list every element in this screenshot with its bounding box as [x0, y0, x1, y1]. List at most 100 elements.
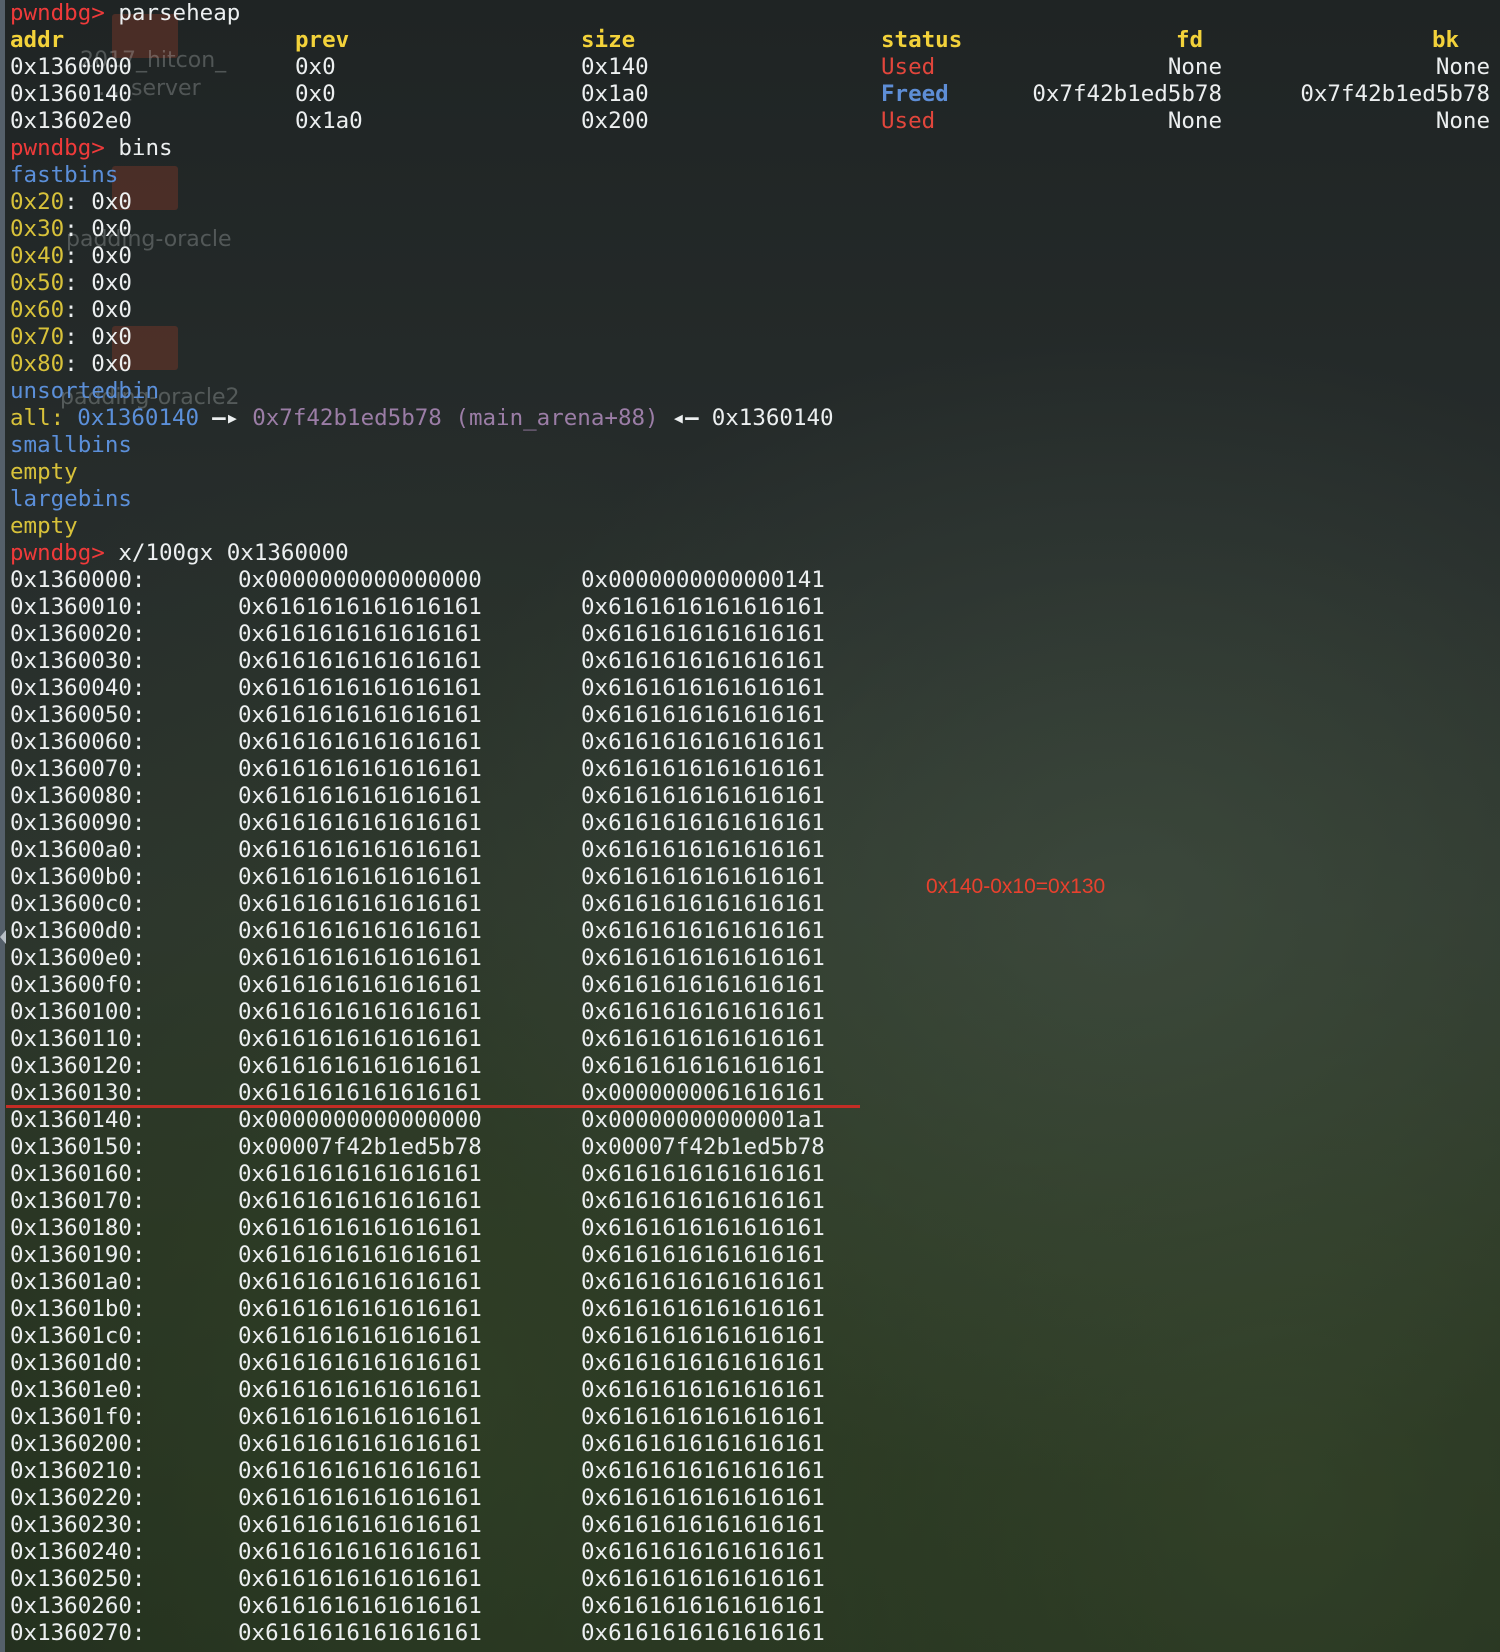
memory-row: 0x13601a0: 0x6161616161616161 0x6161616161… — [10, 1269, 910, 1296]
chunk-size: 0x200 — [581, 108, 649, 134]
unsortedbin-label: unsortedbin — [10, 378, 159, 405]
memory-address: 0x13601f0: — [10, 1404, 146, 1430]
largebins-label: largebins — [10, 486, 132, 513]
memory-qword: 0x6161616161616161 — [238, 729, 482, 755]
unsorted-all-label: all: — [10, 405, 65, 431]
memory-qword: 0x6161616161616161 — [581, 972, 825, 998]
chunk-fd: None — [1167, 108, 1222, 134]
memory-qword: 0x6161616161616161 — [581, 891, 825, 917]
memory-address: 0x1360060: — [10, 729, 146, 755]
memory-row: 0x1360260: 0x6161616161616161 0x6161616161… — [10, 1593, 910, 1620]
memory-address: 0x1360090: — [10, 810, 146, 836]
fastbin-value: 0x0 — [77, 351, 132, 377]
fastbin-entry: 0x20: 0x0 — [10, 189, 132, 216]
fastbin-size: 0x40 — [10, 243, 65, 269]
unsortedbin-chain: all: 0x1360140 —▸ 0x7f42b1ed5b78 (main_aren… — [10, 405, 834, 432]
memory-address: 0x1360110: — [10, 1026, 146, 1052]
memory-qword: 0x6161616161616161 — [581, 1161, 825, 1187]
memory-qword: 0x6161616161616161 — [238, 1539, 482, 1565]
memory-row: 0x13601f0: 0x6161616161616161 0x6161616161… — [10, 1404, 910, 1431]
chunk-addr: 0x1360140 — [10, 81, 132, 107]
memory-address: 0x13601d0: — [10, 1350, 146, 1376]
memory-address: 0x1360230: — [10, 1512, 146, 1538]
memory-qword: 0x6161616161616161 — [581, 1296, 825, 1322]
memory-qword: 0x6161616161616161 — [581, 1269, 825, 1295]
memory-qword: 0x6161616161616161 — [581, 1188, 825, 1214]
memory-address: 0x1360130: — [10, 1080, 146, 1106]
memory-qword: 0x6161616161616161 — [581, 1431, 825, 1457]
command-line: pwndbg> bins — [10, 135, 173, 162]
memory-qword: 0x6161616161616161 — [238, 1080, 482, 1106]
memory-address: 0x13601b0: — [10, 1296, 146, 1322]
memory-address: 0x13600e0: — [10, 945, 146, 971]
memory-qword: 0x6161616161616161 — [238, 1431, 482, 1457]
chunk-size: 0x140 — [581, 54, 649, 80]
largebins-value: empty — [10, 513, 78, 540]
memory-row: 0x1360220: 0x6161616161616161 0x6161616161… — [10, 1485, 910, 1512]
separator: : — [64, 351, 78, 377]
prompt-label: pwndbg> — [10, 540, 105, 566]
window-left-edge — [0, 0, 5, 1652]
separator: : — [64, 189, 78, 215]
fastbin-size: 0x80 — [10, 351, 65, 377]
memory-qword: 0x6161616161616161 — [581, 837, 825, 863]
memory-address: 0x1360160: — [10, 1161, 146, 1187]
memory-qword: 0x6161616161616161 — [581, 1350, 825, 1376]
unsorted-chunk-addr: 0x1360140 — [77, 405, 200, 431]
terminal-window[interactable]: 2017_hitcon_ …_server padding-oracle pad… — [0, 0, 1500, 1652]
chunk-bk: None — [1435, 108, 1490, 134]
fastbin-size: 0x50 — [10, 270, 65, 296]
memory-address: 0x1360180: — [10, 1215, 146, 1241]
memory-address: 0x13600b0: — [10, 864, 146, 890]
fastbins-label: fastbins — [10, 162, 118, 189]
memory-qword: 0x6161616161616161 — [238, 1026, 482, 1052]
command-text: parseheap — [104, 0, 241, 26]
memory-qword: 0x6161616161616161 — [238, 864, 482, 890]
memory-address: 0x1360210: — [10, 1458, 146, 1484]
memory-qword: 0x6161616161616161 — [238, 1161, 482, 1187]
memory-address: 0x13600f0: — [10, 972, 146, 998]
memory-row: 0x1360250: 0x6161616161616161 0x6161616161… — [10, 1566, 910, 1593]
fastbin-entry: 0x40: 0x0 — [10, 243, 132, 270]
chunk-prev: 0x1a0 — [295, 108, 363, 134]
resize-arrow-icon[interactable] — [0, 930, 6, 944]
memory-row: 0x1360020: 0x6161616161616161 0x6161616161… — [10, 621, 910, 648]
memory-qword: 0x6161616161616161 — [581, 1539, 825, 1565]
memory-qword: 0x6161616161616161 — [238, 1620, 482, 1646]
memory-address: 0x1360050: — [10, 702, 146, 728]
chunk-status: Freed — [881, 81, 949, 107]
memory-qword: 0x6161616161616161 — [581, 702, 825, 728]
memory-qword: 0x6161616161616161 — [581, 999, 825, 1025]
memory-qword: 0x6161616161616161 — [581, 1026, 825, 1052]
chain-arrow-icon: —▸ — [212, 405, 240, 431]
memory-qword: 0x6161616161616161 — [238, 1188, 482, 1214]
command-line: pwndbg> parseheap — [10, 0, 240, 27]
memory-row: 0x1360170: 0x6161616161616161 0x6161616161… — [10, 1188, 910, 1215]
memory-address: 0x1360260: — [10, 1593, 146, 1619]
chunk-status: Used — [881, 108, 936, 134]
memory-qword: 0x6161616161616161 — [238, 918, 482, 944]
col-header-bk: bk — [1432, 27, 1460, 53]
memory-address: 0x13600a0: — [10, 837, 146, 863]
memory-row: 0x1360060: 0x6161616161616161 0x6161616161… — [10, 729, 910, 756]
memory-qword: 0x6161616161616161 — [581, 1566, 825, 1592]
fastbin-value: 0x0 — [77, 216, 132, 242]
parseheap-header: addr prev size status fd bk — [10, 27, 1490, 54]
memory-qword: 0x6161616161616161 — [238, 621, 482, 647]
memory-qword: 0x0000000061616161 — [581, 1080, 825, 1106]
memory-row: 0x13601e0: 0x6161616161616161 0x6161616161… — [10, 1377, 910, 1404]
memory-qword: 0x6161616161616161 — [581, 1620, 825, 1646]
memory-qword: 0x6161616161616161 — [581, 810, 825, 836]
memory-row: 0x13600d0: 0x6161616161616161 0x6161616161… — [10, 918, 910, 945]
memory-qword: 0x6161616161616161 — [581, 945, 825, 971]
memory-address: 0x1360200: — [10, 1431, 146, 1457]
fastbin-size: 0x20 — [10, 189, 65, 215]
memory-qword: 0x6161616161616161 — [581, 1512, 825, 1538]
memory-qword: 0x00007f42b1ed5b78 — [238, 1134, 482, 1160]
memory-qword: 0x6161616161616161 — [581, 729, 825, 755]
bin-type-label: unsortedbin — [10, 378, 160, 404]
memory-row: 0x1360140: 0x0000000000000000 0x0000000000… — [10, 1107, 910, 1134]
command-text: x/100gx 0x1360000 — [104, 540, 349, 566]
memory-qword: 0x6161616161616161 — [238, 945, 482, 971]
chunk-addr: 0x13602e0 — [10, 108, 132, 134]
